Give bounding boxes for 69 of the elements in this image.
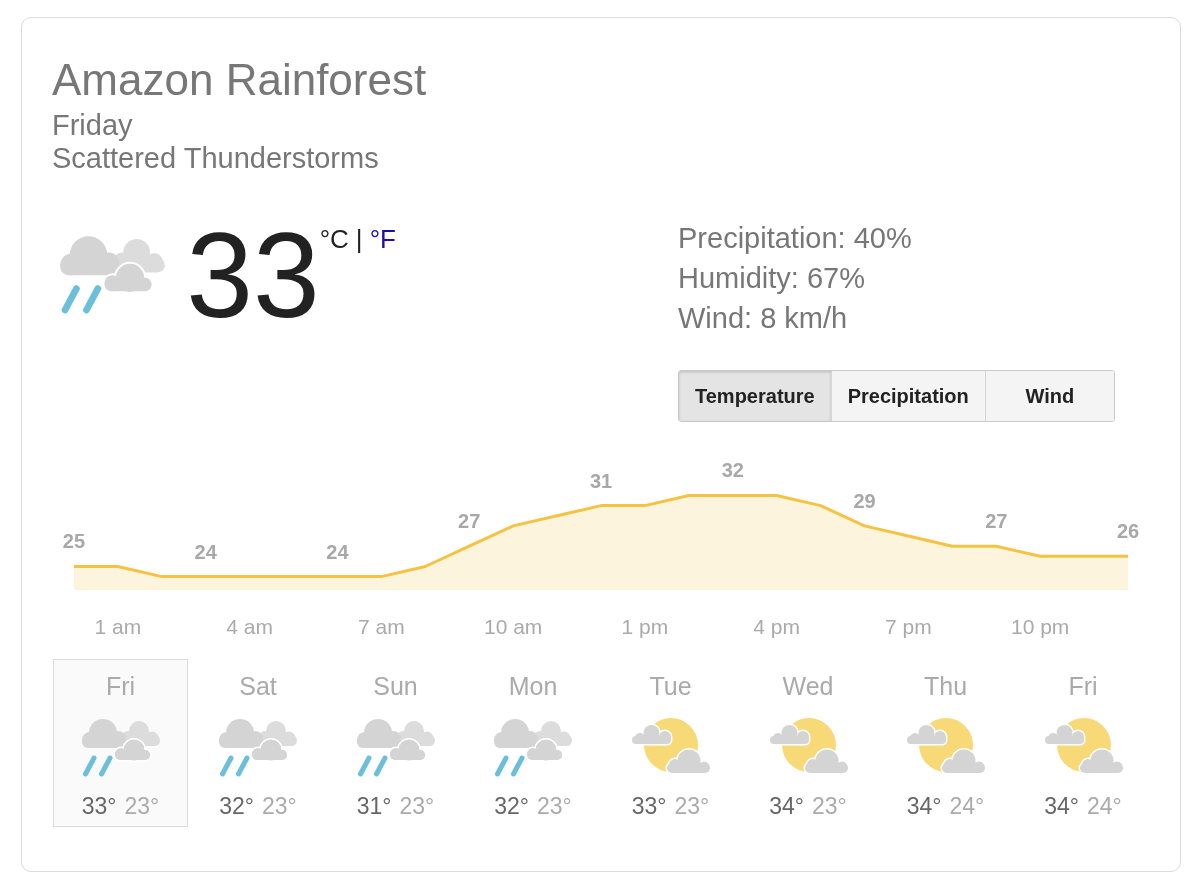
low-temp: 23° [812,791,847,820]
day-name: Thu [923,671,968,701]
high-temp: 31° [356,791,392,820]
forecast-day[interactable]: Sat 32° 23° [190,659,326,827]
day-label: Friday [52,108,133,142]
data-label: 32 [721,459,744,482]
chart-tab[interactable]: Temperature [679,371,831,421]
forecast-day[interactable]: Fri 33° 23° [53,659,188,827]
data-label: 31 [589,469,613,492]
chart-tab[interactable]: Precipitation [830,371,985,421]
data-label: 27 [985,510,1008,533]
low-temp: 23° [537,791,572,820]
day-name: Sat [239,671,277,701]
rain-cloud-icon [355,718,436,777]
high-temp: 33° [81,791,117,820]
day-name: Wed [782,671,834,701]
weather-detail: Wind: 8 km/h [678,301,849,336]
location-title: Amazon Rainforest [52,55,427,105]
day-name: Fri [1068,671,1098,701]
forecast-day[interactable]: Mon 32° 23° [465,659,601,827]
time-label: 1 am [94,615,142,638]
high-temp: 34° [906,791,942,820]
data-label: 24 [326,540,349,563]
unit-link[interactable]: °F [369,224,396,254]
time-label: 1 pm [621,615,669,638]
forecast-day[interactable]: Thu 34° 24° [878,659,1013,827]
forecast-day[interactable]: Wed 34° 23° [740,659,876,827]
chart-tab[interactable]: Wind [984,371,1114,421]
high-temp: 33° [631,791,667,820]
forecast-day[interactable]: Tue 33° 23° [603,659,738,827]
time-label: 7 pm [885,615,932,638]
low-temp: 24° [1087,791,1122,820]
high-temp: 34° [1044,791,1079,820]
data-label: 27 [458,510,481,533]
low-temp: 24° [949,791,985,820]
data-label: 26 [1116,520,1140,543]
weather-detail: Precipitation: 40% [678,221,912,256]
day-name: Tue [649,671,692,701]
weather-detail: Humidity: 67% [678,261,866,296]
high-temp: 34° [769,791,804,820]
condition-label: Scattered Thunderstorms [52,141,379,175]
high-temp: 32° [494,791,529,820]
forecast-day[interactable]: Sun 31° 23° [328,659,463,827]
low-temp: 23° [124,791,160,820]
rain-cloud-icon [493,718,573,777]
time-label: 4 pm [753,615,800,638]
rain-cloud-icon [80,718,161,777]
sun-cloud-icon [904,718,987,775]
time-label: 7 am [358,615,405,638]
low-temp: 23° [674,791,710,820]
low-temp: 23° [262,791,297,820]
time-label: 4 am [226,615,273,638]
data-label: 29 [853,489,876,512]
data-label: 24 [194,540,217,563]
rain-cloud-icon [59,235,167,315]
day-name: Mon [508,671,558,701]
time-label: 10 pm [1011,615,1070,638]
day-name: Fri [105,671,136,701]
day-name: Sun [373,671,418,701]
sun-cloud-icon [629,718,712,775]
forecast-day[interactable]: Fri 34° 24° [1015,659,1151,827]
current-temperature: 33 [186,215,320,335]
data-label: 25 [62,530,86,553]
unit-separator: | [355,224,363,254]
unit-label: °C [319,224,349,254]
high-temp: 32° [219,791,254,820]
rain-cloud-icon [218,718,298,777]
low-temp: 23° [399,791,435,820]
time-label: 10 am [483,615,543,638]
